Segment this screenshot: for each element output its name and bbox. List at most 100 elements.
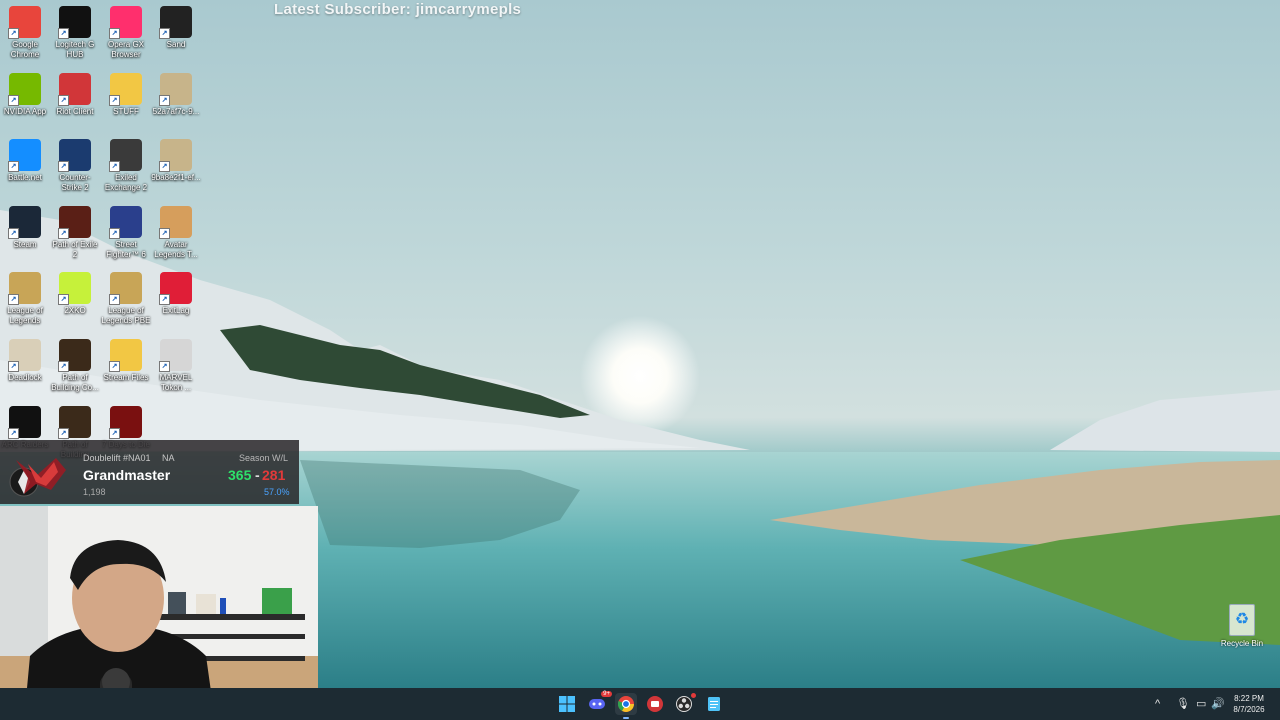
exiled-exchange-icon: ↗ [109,139,142,172]
rank-player-name: Doublelift #NA01 [83,453,151,463]
latest-subscriber-name: jimcarrymepls [415,1,522,18]
shortcut-arrow-icon: ↗ [58,95,69,106]
desktop-icon[interactable]: ↗ Avatar Legends T... [151,200,201,260]
2xko-icon: ↗ [58,272,91,305]
shortcut-arrow-icon: ↗ [109,294,120,305]
shortcut-arrow-icon: ↗ [159,228,170,239]
desktop-icon[interactable]: ↗ Opera GX Browser [101,0,151,60]
notepad-icon [708,697,720,711]
volume-icon[interactable]: 🔊 [1211,688,1225,720]
desktop-icon[interactable]: ↗ Street Fighter™ 6 [101,200,151,260]
shortcut-arrow-icon: ↗ [58,161,69,172]
rank-win-rate: 57.0% [264,487,290,497]
desktop-icon-label: Street Fighter™ 6 [106,240,146,259]
desktop-icon[interactable]: ↗ League of Legends [0,266,50,326]
taskbar-obs[interactable] [673,693,696,715]
marvel-tokon-icon: ↗ [159,339,192,372]
desktop-icon[interactable]: ↗ ExitLag [151,266,201,316]
league-pbe-icon: ↗ [109,272,142,305]
desktop-icon-label: 9ba8e2f1-ef... [151,173,201,182]
desktop-icon-label: Path of Building Co... [51,373,99,392]
desktop-icon[interactable]: ↗ Stream Files [101,333,151,383]
shortcut-arrow-icon: ↗ [8,161,19,172]
rank-lp: 1,198 [83,487,106,497]
desktop-icon-label: Battle.net [8,173,42,182]
rank-wl-separator: - [255,467,260,483]
desktop-icon-label: Google Chrome [10,40,40,59]
riot-client-icon: ↗ [58,73,91,106]
desktop-icon[interactable]: ↗ Battle.net [0,133,50,183]
folder-icon: ↗ [109,339,142,372]
shortcut-arrow-icon: ↗ [159,161,170,172]
nvidia-icon: ↗ [8,73,41,106]
desktop-icon-label: Sand [166,40,186,49]
desktop-icon-label: Opera GX Browser [107,40,144,59]
chrome-icon [618,696,634,712]
avatar-legends-icon: ↗ [159,206,192,239]
taskbar-discord[interactable]: 9+ [586,691,612,715]
desktop-icon[interactable]: ↗ Counter-Strike 2 [50,133,100,193]
desktop-icon[interactable]: ↗ MARVEL Tokon ... [151,333,201,393]
shortcut-arrow-icon: ↗ [159,28,170,39]
shortcut-arrow-icon: ↗ [58,28,69,39]
shortcut-arrow-icon: ↗ [8,95,19,106]
taskbar-notepad[interactable] [703,693,725,715]
battlenet-icon: ↗ [8,139,41,172]
chrome-icon: ↗ [8,6,41,39]
desktop-icon[interactable]: ↗ Riot Client [50,67,100,117]
shortcut-arrow-icon: ↗ [159,95,170,106]
desktop-icon-label: Steam [13,240,37,249]
desktop-icon[interactable]: ↗ NVIDIA App [0,67,50,117]
desktop-icon[interactable]: ↗ Deadlock [0,333,50,383]
desktop-icon-label: Path of Exile 2 [52,240,98,259]
counter-strike-icon: ↗ [58,139,91,172]
taskbar-chrome[interactable] [615,693,637,719]
deadlock-icon: ↗ [8,339,41,372]
desktop-icon[interactable]: ↗ League of Legends PBE [101,266,151,326]
desktop-icon[interactable]: ↗ 52a7af7c-9... [151,67,201,117]
taskbar: 9+ ^ 🎙 ▭ 🔊 8:22 PM 8/7/2026 [0,688,1280,720]
rank-overlay-widget: Doublelift #NA01 NA Season W/L Grandmast… [0,440,299,504]
clock-time: 8:22 PM [1234,694,1264,703]
desktop-icon[interactable]: ↗ 2XKO [50,266,100,316]
shortcut-arrow-icon: ↗ [159,294,170,305]
desktop-icon[interactable]: ↗ Steam [0,200,50,250]
taskbar-riot-client[interactable] [644,693,666,715]
rank-tier: Grandmaster [83,467,171,483]
league-of-legends-icon: ↗ [8,272,41,305]
desktop-icon-label: 2XKO [64,306,86,315]
desktop-icon-label: Counter-Strike 2 [59,173,91,192]
desktop-icon[interactable]: ↗ STUFF [101,67,151,117]
street-fighter-icon: ↗ [109,206,142,239]
exitlag-icon: ↗ [159,272,192,305]
taskbar-clock[interactable]: 8:22 PM 8/7/2026 [1226,693,1272,715]
desktop-icon-label: Logitech G HUB [55,40,95,59]
rank-wins: 365 [228,467,252,483]
recycle-bin[interactable]: ♻ Recycle Bin [1216,604,1268,648]
shortcut-arrow-icon: ↗ [8,294,19,305]
folder-icon: ↗ [109,73,142,106]
shortcut-arrow-icon: ↗ [109,28,120,39]
shortcut-arrow-icon: ↗ [58,228,69,239]
tray-overflow-chevron[interactable]: ^ [1155,688,1160,720]
shortcut-arrow-icon: ↗ [109,361,120,372]
desktop-icon-label: Avatar Legends T... [154,240,198,259]
desktop-icon[interactable]: ↗ Path of Exile 2 [50,200,100,260]
path-of-building-icon: ↗ [58,339,91,372]
desktop-icon-label: MARVEL Tokon ... [159,373,193,392]
desktop-icon[interactable]: ↗ Logitech G HUB [50,0,100,60]
microphone-icon[interactable]: 🎙 [1176,688,1190,720]
latest-subscriber-label: Latest Subscriber: [274,1,412,18]
desktop-icon[interactable]: ↗ 9ba8e2f1-ef... [151,133,201,183]
start-button[interactable] [556,693,578,715]
desktop-icon-label: League of Legends [7,306,43,325]
desktop-icon[interactable]: ↗ Sand [151,0,201,50]
desktop-icon[interactable]: ↗ Google Chrome [0,0,50,60]
arc-raiders-icon: ↗ [8,406,41,439]
shortcut-arrow-icon: ↗ [58,428,69,439]
desktop-icon[interactable]: ↗ Exiled Exchange 2 [101,133,151,193]
shortcut-arrow-icon: ↗ [109,228,120,239]
network-icon[interactable]: ▭ [1196,688,1206,720]
desktop-icon[interactable]: ↗ Path of Building Co... [50,333,100,393]
rank-losses: 281 [262,467,286,483]
